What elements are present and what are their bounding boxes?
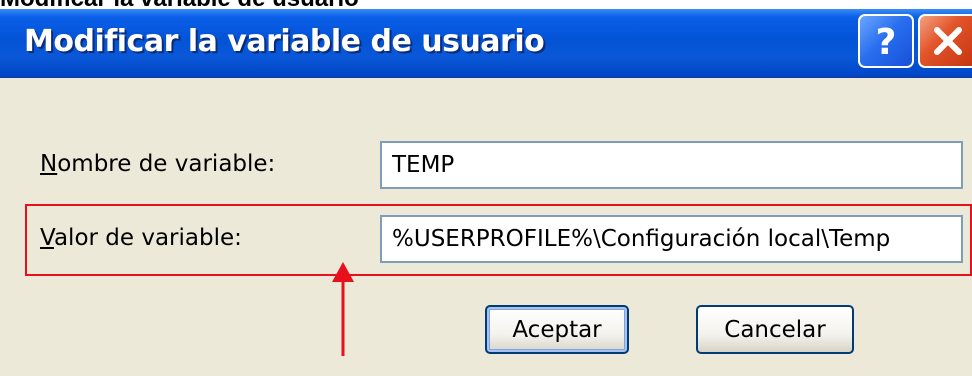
help-icon: ? — [876, 22, 897, 63]
variable-name-label: Nombre de variable: — [40, 151, 275, 177]
variable-name-label-mnemonic: N — [40, 151, 58, 177]
dialog-body: Nombre de variable: Valor de variable: A… — [0, 78, 972, 376]
title-bar[interactable]: Modificar la variable de usuario ? — [0, 9, 972, 78]
variable-name-label-text: ombre de variable: — [57, 151, 276, 177]
dialog-window: Modificar la variable de usuario ? Nombr… — [0, 9, 972, 376]
annotation-arrow-icon — [332, 262, 354, 356]
window-title: Modificar la variable de usuario — [24, 24, 545, 59]
variable-value-label-text: alor de variable: — [53, 225, 242, 251]
close-icon — [934, 27, 962, 55]
help-glyph: ? — [876, 22, 897, 63]
close-button[interactable] — [918, 14, 972, 68]
help-button[interactable]: ? — [858, 14, 914, 68]
cancel-button[interactable]: Cancelar — [696, 305, 854, 354]
accept-button[interactable]: Aceptar — [485, 305, 629, 354]
variable-value-input[interactable] — [380, 215, 963, 263]
variable-value-label-mnemonic: V — [40, 225, 54, 251]
variable-name-input[interactable] — [380, 141, 963, 189]
variable-value-label: Valor de variable: — [40, 225, 242, 251]
